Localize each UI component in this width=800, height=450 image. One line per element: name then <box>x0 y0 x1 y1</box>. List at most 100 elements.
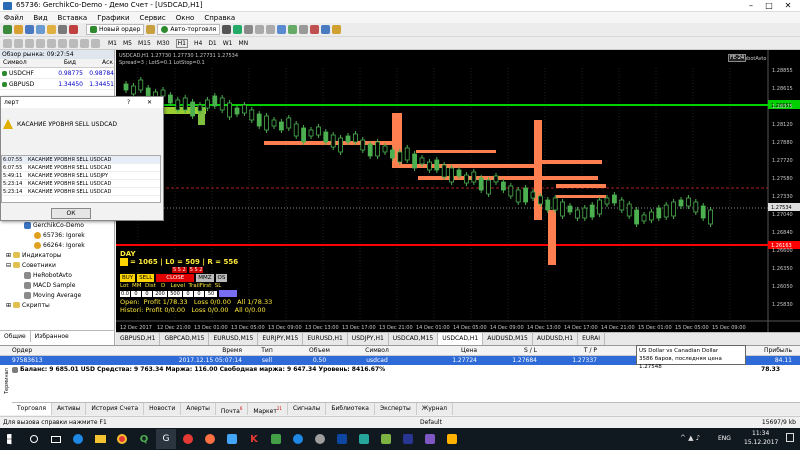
start-icon[interactable] <box>2 429 22 449</box>
menu-charts[interactable]: Графики <box>97 14 129 22</box>
zoom-out-icon[interactable] <box>266 25 276 34</box>
fibo-icon[interactable] <box>69 38 78 48</box>
alert-close-button[interactable]: ✕ <box>147 99 152 106</box>
market-watch-row[interactable]: USDCHF 0.98775 0.98784 <box>0 68 114 79</box>
menu-insert[interactable]: Вставка <box>58 14 88 22</box>
column-header[interactable]: S / L <box>477 347 537 354</box>
nav-expert[interactable]: MACD Sample <box>0 280 115 290</box>
sl-input[interactable]: 50 <box>205 290 217 297</box>
terminal-tab[interactable]: Почта6 <box>216 403 249 415</box>
mmz-button[interactable]: MMZ <box>196 274 214 282</box>
label-icon[interactable] <box>91 38 100 48</box>
search-icon[interactable] <box>24 429 44 449</box>
indicators-icon[interactable] <box>310 25 320 34</box>
trail-input[interactable]: 0 <box>183 290 193 297</box>
column-header[interactable]: Ордер <box>12 347 142 354</box>
chrome-icon[interactable] <box>112 429 132 449</box>
tab-favorites[interactable]: Избранное <box>31 331 73 342</box>
alert-log-row[interactable]: 6:07:55 КАСАНИЕ УРОВНЯ SELL USDCAD <box>2 156 160 164</box>
tile-icon[interactable] <box>277 25 287 34</box>
q-app-icon[interactable]: Q <box>134 429 154 449</box>
collapse-icon[interactable]: ⊟ <box>6 262 11 269</box>
terminal-icon[interactable] <box>58 25 67 34</box>
tray-icons[interactable]: ^ ▲ ♪ <box>680 434 700 442</box>
col-symbol[interactable]: Символ <box>0 59 55 67</box>
periods-icon[interactable] <box>321 25 331 34</box>
buy-button[interactable]: BUY <box>120 274 136 282</box>
menu-tools[interactable]: Сервис <box>140 14 166 22</box>
chart-tab[interactable]: GBPCAD,M15 <box>160 333 210 345</box>
col-ask[interactable]: Аск <box>85 59 113 67</box>
market-watch-icon[interactable] <box>25 25 34 34</box>
color-swatch[interactable] <box>219 290 237 297</box>
terminal-tab[interactable]: Журнал <box>417 403 454 415</box>
alert-log-row[interactable]: 5:49:11 КАСАНИЕ УРОВНЯ SELL USDJPY <box>2 172 160 180</box>
trendline-icon[interactable] <box>47 38 56 48</box>
app-icon-green[interactable] <box>266 429 286 449</box>
alert-log-row[interactable]: 5:23:14 КАСАНИЕ УРОВНЯ SELL USDCAD <box>2 188 160 196</box>
d-input[interactable]: 200 <box>153 290 167 297</box>
column-header[interactable]: Объем <box>292 347 347 354</box>
clock-time[interactable]: 11:34 <box>752 430 769 437</box>
timeframe-m1[interactable]: M1 <box>108 40 117 47</box>
chart-tab[interactable]: USDCAD,H1 <box>438 333 484 345</box>
os-button[interactable]: OS <box>215 274 228 282</box>
app-icon-orange[interactable] <box>200 429 220 449</box>
task-view-icon[interactable] <box>46 429 66 449</box>
profiles-icon[interactable] <box>14 25 23 34</box>
tab-common[interactable]: Общие <box>0 331 31 342</box>
lot-input[interactable]: 0.0 <box>120 290 130 297</box>
line-chart-icon[interactable] <box>244 25 254 34</box>
column-header[interactable]: Символ <box>347 347 407 354</box>
vertical-line-icon[interactable] <box>25 38 34 48</box>
chart-tab[interactable]: GBPUSD,H1 <box>116 333 161 345</box>
app-icon-violet[interactable] <box>420 429 440 449</box>
alert-log-row[interactable]: 5:23:14 КАСАНИЕ УРОВНЯ SELL USDCAD <box>2 180 160 188</box>
crosshair-icon[interactable] <box>14 38 23 48</box>
app-icon-gray[interactable] <box>310 429 330 449</box>
menu-file[interactable]: Файл <box>4 14 23 22</box>
timeframe-m15[interactable]: M15 <box>138 40 151 47</box>
mm-input[interactable]: 0 <box>131 290 141 297</box>
nav-experts[interactable]: ⊟ Советники <box>0 260 115 270</box>
col-bid[interactable]: Бид <box>55 59 85 67</box>
nav-account[interactable]: 65736: Igorek <box>0 230 115 240</box>
templates-icon[interactable] <box>332 25 342 34</box>
menu-view[interactable]: Вид <box>33 14 47 22</box>
close-button[interactable]: ✕ <box>781 0 795 12</box>
nav-expert[interactable]: Moving Average <box>0 290 115 300</box>
app-icon-amber[interactable] <box>442 429 462 449</box>
nav-expert[interactable]: HeRobotAvto <box>0 270 115 280</box>
terminal-tab[interactable]: Алерты <box>181 403 216 415</box>
notification-icon[interactable] <box>786 433 794 442</box>
autoscroll-icon[interactable] <box>288 25 298 34</box>
alert-log-row[interactable]: 6:07:55 КАСАНИЕ УРОВНЯ SELL USDCAD <box>2 164 160 172</box>
language-indicator[interactable]: ENG <box>718 435 731 442</box>
timeframe-h1[interactable]: H1 <box>175 38 188 48</box>
timeframe-mn[interactable]: MN <box>239 40 249 47</box>
level-input[interactable]: 500 <box>168 290 182 297</box>
chart-tab[interactable]: EURUSD,M15 <box>209 333 259 345</box>
terminal-tab[interactable]: Библиотека <box>326 403 375 415</box>
cursor-icon[interactable] <box>3 38 12 48</box>
terminal-tab[interactable]: Эксперты <box>375 403 417 415</box>
chart-shift-icon[interactable] <box>299 25 309 34</box>
data-window-icon[interactable] <box>36 25 45 34</box>
nav-account-group[interactable]: GerchikCo-Demo <box>0 220 115 230</box>
nav-scripts[interactable]: ⊞ Скрипты <box>0 300 115 310</box>
nav-indicators[interactable]: ⊞ Индикаторы <box>0 250 115 260</box>
channel-icon[interactable] <box>58 38 67 48</box>
terminal-tab[interactable]: Активы <box>52 403 87 415</box>
chart-tab[interactable]: EURUSD,H1 <box>303 333 348 345</box>
clock-date[interactable]: 15.12.2017 <box>744 439 778 446</box>
autotrading-button[interactable]: Авто-торговля <box>157 24 221 35</box>
alert-help-button[interactable]: ? <box>127 99 130 106</box>
edge-icon[interactable] <box>68 429 88 449</box>
tester-icon[interactable] <box>69 25 78 34</box>
timeframe-m30[interactable]: M30 <box>157 40 170 47</box>
close-all-button[interactable]: CLOSE <box>156 274 195 282</box>
new-order-button[interactable]: Новый ордер <box>86 24 145 35</box>
chart-area[interactable]: 1.28650 1.26163 1.27534 1.28855 1.28615 1.28… <box>116 50 800 332</box>
column-header[interactable]: Время <box>142 347 242 354</box>
expand-icon[interactable]: ⊞ <box>6 302 11 309</box>
